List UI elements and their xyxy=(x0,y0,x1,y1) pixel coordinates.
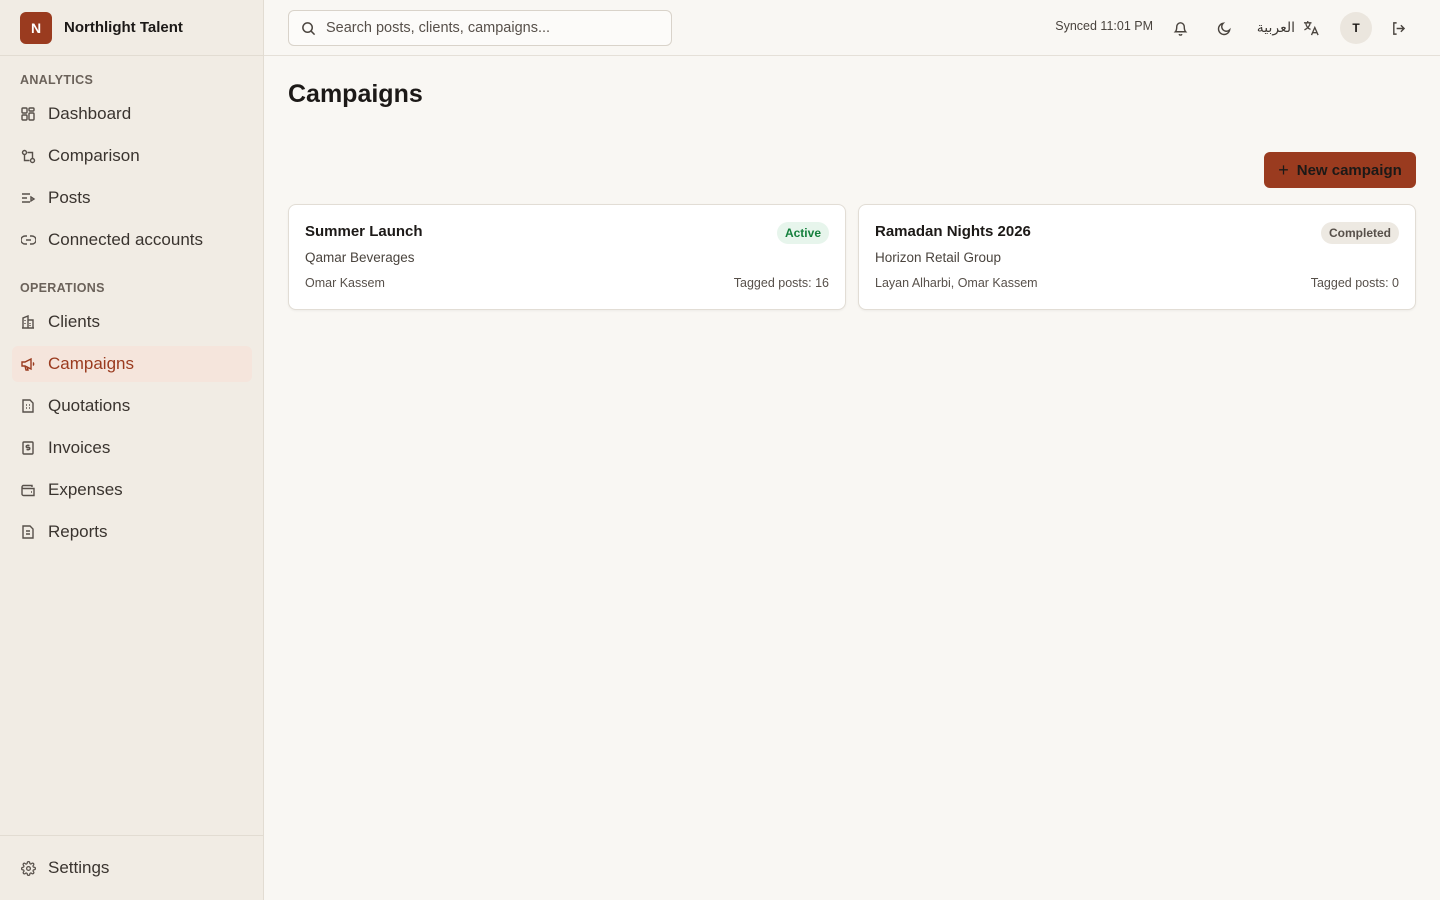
search-box[interactable] xyxy=(288,10,672,46)
sidebar-item-clients[interactable]: Clients xyxy=(12,304,252,340)
link-icon xyxy=(20,232,36,248)
report-icon xyxy=(20,524,36,540)
plus-icon: + xyxy=(1278,160,1289,180)
sidebar-item-dashboard[interactable]: Dashboard xyxy=(12,96,252,132)
sidebar-item-expenses[interactable]: Expenses xyxy=(12,472,252,508)
tagged-posts-count: Tagged posts: 16 xyxy=(733,276,829,290)
dashboard-icon xyxy=(20,106,36,122)
brand-name: Northlight Talent xyxy=(64,19,183,36)
campaign-talent: Omar Kassem xyxy=(305,276,385,290)
language-label: العربية xyxy=(1256,20,1295,36)
bell-icon[interactable] xyxy=(1169,17,1191,39)
status-badge: Active xyxy=(776,222,829,244)
campaign-card[interactable]: Summer Launch Active Qamar Beverages Oma… xyxy=(288,204,846,310)
receipt-icon xyxy=(20,440,36,456)
sidebar-item-label: Clients xyxy=(48,312,100,331)
language-toggle[interactable]: العربية xyxy=(1257,16,1320,40)
posts-icon xyxy=(20,190,36,206)
campaign-title: Summer Launch xyxy=(305,223,423,240)
campaign-card[interactable]: Ramadan Nights 2026 Completed Horizon Re… xyxy=(858,204,1416,310)
logout-icon[interactable] xyxy=(1387,17,1409,39)
new-campaign-label: New campaign xyxy=(1296,161,1402,179)
status-badge: Completed xyxy=(1320,222,1399,244)
avatar[interactable]: T xyxy=(1340,12,1372,44)
sidebar-item-reports[interactable]: Reports xyxy=(12,514,252,550)
nav-section-operations: OPERATIONS xyxy=(20,281,105,295)
sidebar-item-label: Comparison xyxy=(48,146,140,165)
sidebar-item-comparison[interactable]: Comparison xyxy=(12,138,252,174)
campaign-client: Qamar Beverages xyxy=(305,250,415,265)
campaign-client: Horizon Retail Group xyxy=(875,250,1002,265)
sidebar-item-label: Quotations xyxy=(48,396,131,415)
sidebar-footer: Settings xyxy=(0,835,263,900)
tagged-posts-count: Tagged posts: 0 xyxy=(1310,276,1399,290)
sidebar-item-label: Expenses xyxy=(48,480,123,499)
sidebar: N Northlight Talent ANALYTICS Dashboard … xyxy=(0,0,264,900)
sidebar-item-label: Reports xyxy=(48,522,108,541)
sidebar-item-label: Posts xyxy=(48,188,91,207)
moon-icon[interactable] xyxy=(1213,17,1235,39)
new-campaign-button[interactable]: + New campaign xyxy=(1264,152,1416,188)
document-icon xyxy=(20,398,36,414)
search-input[interactable] xyxy=(326,20,656,36)
brand: N Northlight Talent xyxy=(0,0,263,56)
sidebar-item-label: Dashboard xyxy=(48,104,132,123)
top-bar: Synced 11:01 PM العربية T xyxy=(264,0,1440,56)
translate-icon xyxy=(1303,20,1320,36)
sidebar-item-connected-accounts[interactable]: Connected accounts xyxy=(12,222,252,258)
sidebar-item-label: Connected accounts xyxy=(48,230,203,249)
sidebar-item-quotations[interactable]: Quotations xyxy=(12,388,252,424)
sidebar-item-settings[interactable]: Settings xyxy=(12,850,252,886)
sync-status: Synced 11:01 PM xyxy=(1055,19,1153,33)
wallet-icon xyxy=(20,482,36,498)
sidebar-item-label: Invoices xyxy=(48,438,111,457)
building-icon xyxy=(20,314,36,330)
sidebar-item-invoices[interactable]: Invoices xyxy=(12,430,252,466)
compare-icon xyxy=(20,148,36,164)
megaphone-icon xyxy=(20,356,36,372)
sidebar-item-label: Campaigns xyxy=(48,354,134,373)
nav-section-analytics: ANALYTICS xyxy=(20,73,94,87)
page-title: Campaigns xyxy=(288,80,423,108)
campaign-title: Ramadan Nights 2026 xyxy=(875,223,1031,240)
search-icon xyxy=(301,21,316,36)
campaign-talent: Layan Alharbi, Omar Kassem xyxy=(875,276,1038,290)
brand-logo: N xyxy=(20,11,52,44)
sidebar-item-label: Settings xyxy=(48,858,110,877)
sidebar-item-campaigns[interactable]: Campaigns xyxy=(12,346,252,382)
sidebar-item-posts[interactable]: Posts xyxy=(12,180,252,216)
gear-icon xyxy=(20,860,36,876)
